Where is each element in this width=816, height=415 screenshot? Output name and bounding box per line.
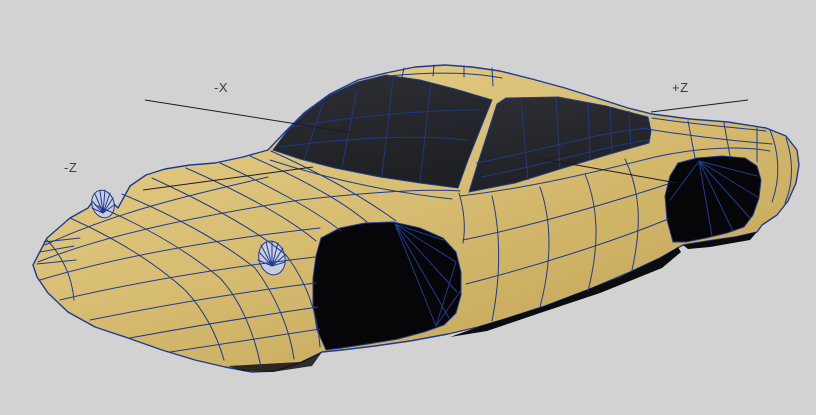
axis-label-neg-z[interactable]: -Z [64,160,77,175]
axis-label-pos-z[interactable]: +Z [672,80,689,95]
car-mesh-object[interactable] [32,64,800,373]
3d-viewport[interactable]: -X +Z -Z [0,0,816,415]
axis-label-neg-x[interactable]: -X [214,80,228,95]
axis-line-pos-z [650,99,749,113]
car-model-svg [32,64,800,373]
